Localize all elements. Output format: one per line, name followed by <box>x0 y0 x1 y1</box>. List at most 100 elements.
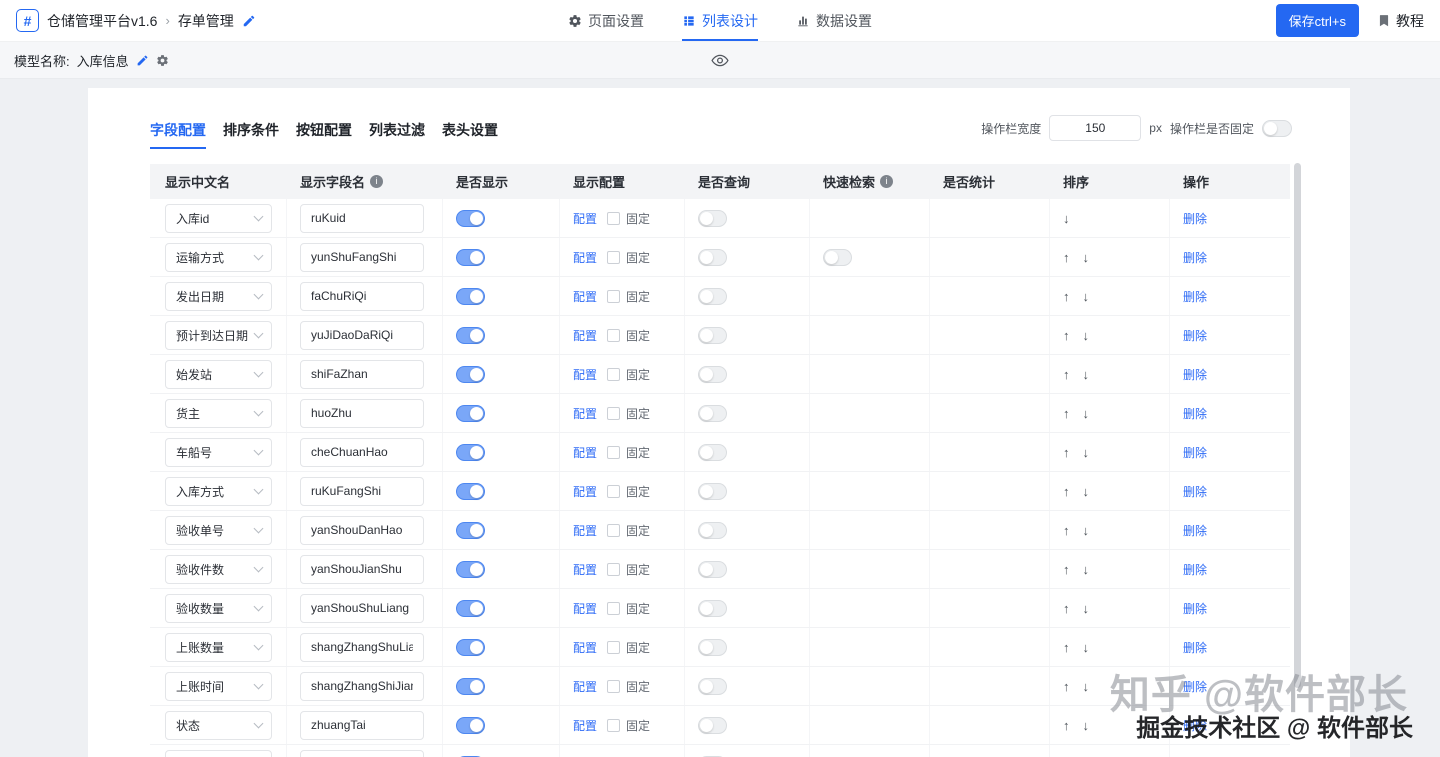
sort-up-arrow[interactable]: ↑ <box>1063 601 1070 616</box>
config-link[interactable]: 配置 <box>573 405 597 422</box>
show-toggle[interactable] <box>456 287 485 305</box>
show-toggle[interactable] <box>456 482 485 500</box>
show-toggle[interactable] <box>456 209 485 227</box>
field-name-input[interactable] <box>300 398 424 428</box>
query-toggle[interactable] <box>698 482 727 500</box>
sort-down-arrow[interactable]: ↓ <box>1083 328 1090 343</box>
field-name-input[interactable] <box>300 554 424 584</box>
field-name-input[interactable] <box>300 437 424 467</box>
info-icon[interactable]: i <box>880 175 894 188</box>
fixed-checkbox[interactable] <box>607 718 621 732</box>
app-title[interactable]: 仓储管理平台v1.6 <box>47 11 157 31</box>
config-link[interactable]: 配置 <box>573 639 597 656</box>
query-toggle[interactable] <box>698 677 727 695</box>
display-name-select[interactable]: 货主 <box>165 398 272 428</box>
sort-up-arrow[interactable]: ↑ <box>1063 484 1070 499</box>
delete-link[interactable]: 删除 <box>1183 327 1207 344</box>
fixed-checkbox[interactable] <box>607 367 621 381</box>
field-name-input[interactable] <box>300 749 424 757</box>
quick-search-toggle[interactable] <box>823 248 852 266</box>
config-link[interactable]: 配置 <box>573 249 597 266</box>
show-toggle[interactable] <box>456 326 485 344</box>
display-name-select[interactable]: 验收件数 <box>165 554 272 584</box>
delete-link[interactable]: 删除 <box>1183 366 1207 383</box>
show-toggle[interactable] <box>456 404 485 422</box>
query-toggle[interactable] <box>698 521 727 539</box>
query-toggle[interactable] <box>698 248 727 266</box>
show-toggle[interactable] <box>456 560 485 578</box>
tab-header-settings[interactable]: 表头设置 <box>442 120 498 149</box>
display-name-select[interactable]: 上账时间 <box>165 671 272 701</box>
delete-link[interactable]: 删除 <box>1183 522 1207 539</box>
sort-up-arrow[interactable]: ↑ <box>1063 367 1070 382</box>
display-name-select[interactable]: 车船号 <box>165 437 272 467</box>
query-toggle[interactable] <box>698 365 727 383</box>
query-toggle[interactable] <box>698 326 727 344</box>
delete-link[interactable]: 删除 <box>1183 483 1207 500</box>
display-name-select[interactable]: 发出日期 <box>165 281 272 311</box>
show-toggle[interactable] <box>456 677 485 695</box>
model-settings-gear-icon[interactable] <box>156 54 169 67</box>
config-link[interactable]: 配置 <box>573 288 597 305</box>
sort-down-arrow[interactable]: ↓ <box>1083 601 1090 616</box>
fixed-checkbox[interactable] <box>607 679 621 693</box>
fixed-checkbox[interactable] <box>607 445 621 459</box>
sort-down-arrow[interactable]: ↓ <box>1083 406 1090 421</box>
config-link[interactable]: 配置 <box>573 678 597 695</box>
delete-link[interactable]: 删除 <box>1183 405 1207 422</box>
query-toggle[interactable] <box>698 404 727 422</box>
tab-list-design[interactable]: 列表设计 <box>682 0 758 41</box>
tab-list-filter[interactable]: 列表过滤 <box>369 120 425 149</box>
sort-down-arrow[interactable]: ↓ <box>1063 211 1070 226</box>
sort-down-arrow[interactable]: ↓ <box>1083 679 1090 694</box>
config-link[interactable]: 配置 <box>573 444 597 461</box>
tab-page-settings[interactable]: 页面设置 <box>568 0 644 41</box>
sort-up-arrow[interactable]: ↑ <box>1063 328 1070 343</box>
tutorial-button[interactable]: 教程 <box>1377 11 1424 31</box>
sort-up-arrow[interactable]: ↑ <box>1063 406 1070 421</box>
sort-down-arrow[interactable]: ↓ <box>1083 367 1090 382</box>
fixed-checkbox[interactable] <box>607 289 621 303</box>
field-name-input[interactable] <box>300 671 424 701</box>
sort-down-arrow[interactable]: ↓ <box>1083 289 1090 304</box>
sort-up-arrow[interactable]: ↑ <box>1063 289 1070 304</box>
query-toggle[interactable] <box>698 443 727 461</box>
preview-eye-icon[interactable] <box>711 51 730 70</box>
fixed-checkbox[interactable] <box>607 211 621 225</box>
action-col-width-input[interactable] <box>1049 115 1142 141</box>
sort-up-arrow[interactable]: ↑ <box>1063 640 1070 655</box>
config-link[interactable]: 配置 <box>573 327 597 344</box>
delete-link[interactable]: 删除 <box>1183 249 1207 266</box>
display-name-select[interactable]: 入库方式 <box>165 476 272 506</box>
sort-up-arrow[interactable]: ↑ <box>1063 523 1070 538</box>
sort-down-arrow[interactable]: ↓ <box>1083 562 1090 577</box>
field-name-input[interactable] <box>300 632 424 662</box>
sort-up-arrow[interactable]: ↑ <box>1063 718 1070 733</box>
field-name-input[interactable] <box>300 515 424 545</box>
sort-down-arrow[interactable]: ↓ <box>1083 445 1090 460</box>
fixed-checkbox[interactable] <box>607 406 621 420</box>
display-name-select[interactable]: 上账数量 <box>165 632 272 662</box>
sort-up-arrow[interactable]: ↑ <box>1063 445 1070 460</box>
delete-link[interactable]: 删除 <box>1183 600 1207 617</box>
fixed-checkbox[interactable] <box>607 250 621 264</box>
display-name-select[interactable]: 运输方式 <box>165 242 272 272</box>
save-button[interactable]: 保存ctrl+s <box>1275 4 1359 37</box>
show-toggle[interactable] <box>456 248 485 266</box>
sort-down-arrow[interactable]: ↓ <box>1083 523 1090 538</box>
field-name-input[interactable] <box>300 710 424 740</box>
delete-link[interactable]: 删除 <box>1183 210 1207 227</box>
field-name-input[interactable] <box>300 359 424 389</box>
display-name-select[interactable]: 验收数量 <box>165 593 272 623</box>
show-toggle[interactable] <box>456 599 485 617</box>
fixed-checkbox[interactable] <box>607 601 621 615</box>
show-toggle[interactable] <box>456 443 485 461</box>
config-link[interactable]: 配置 <box>573 483 597 500</box>
info-icon[interactable]: i <box>370 175 384 188</box>
show-toggle[interactable] <box>456 365 485 383</box>
sort-up-arrow[interactable]: ↑ <box>1063 250 1070 265</box>
display-name-select[interactable]: 入库id <box>165 203 272 233</box>
field-name-input[interactable] <box>300 203 424 233</box>
delete-link[interactable]: 删除 <box>1183 444 1207 461</box>
field-name-input[interactable] <box>300 320 424 350</box>
